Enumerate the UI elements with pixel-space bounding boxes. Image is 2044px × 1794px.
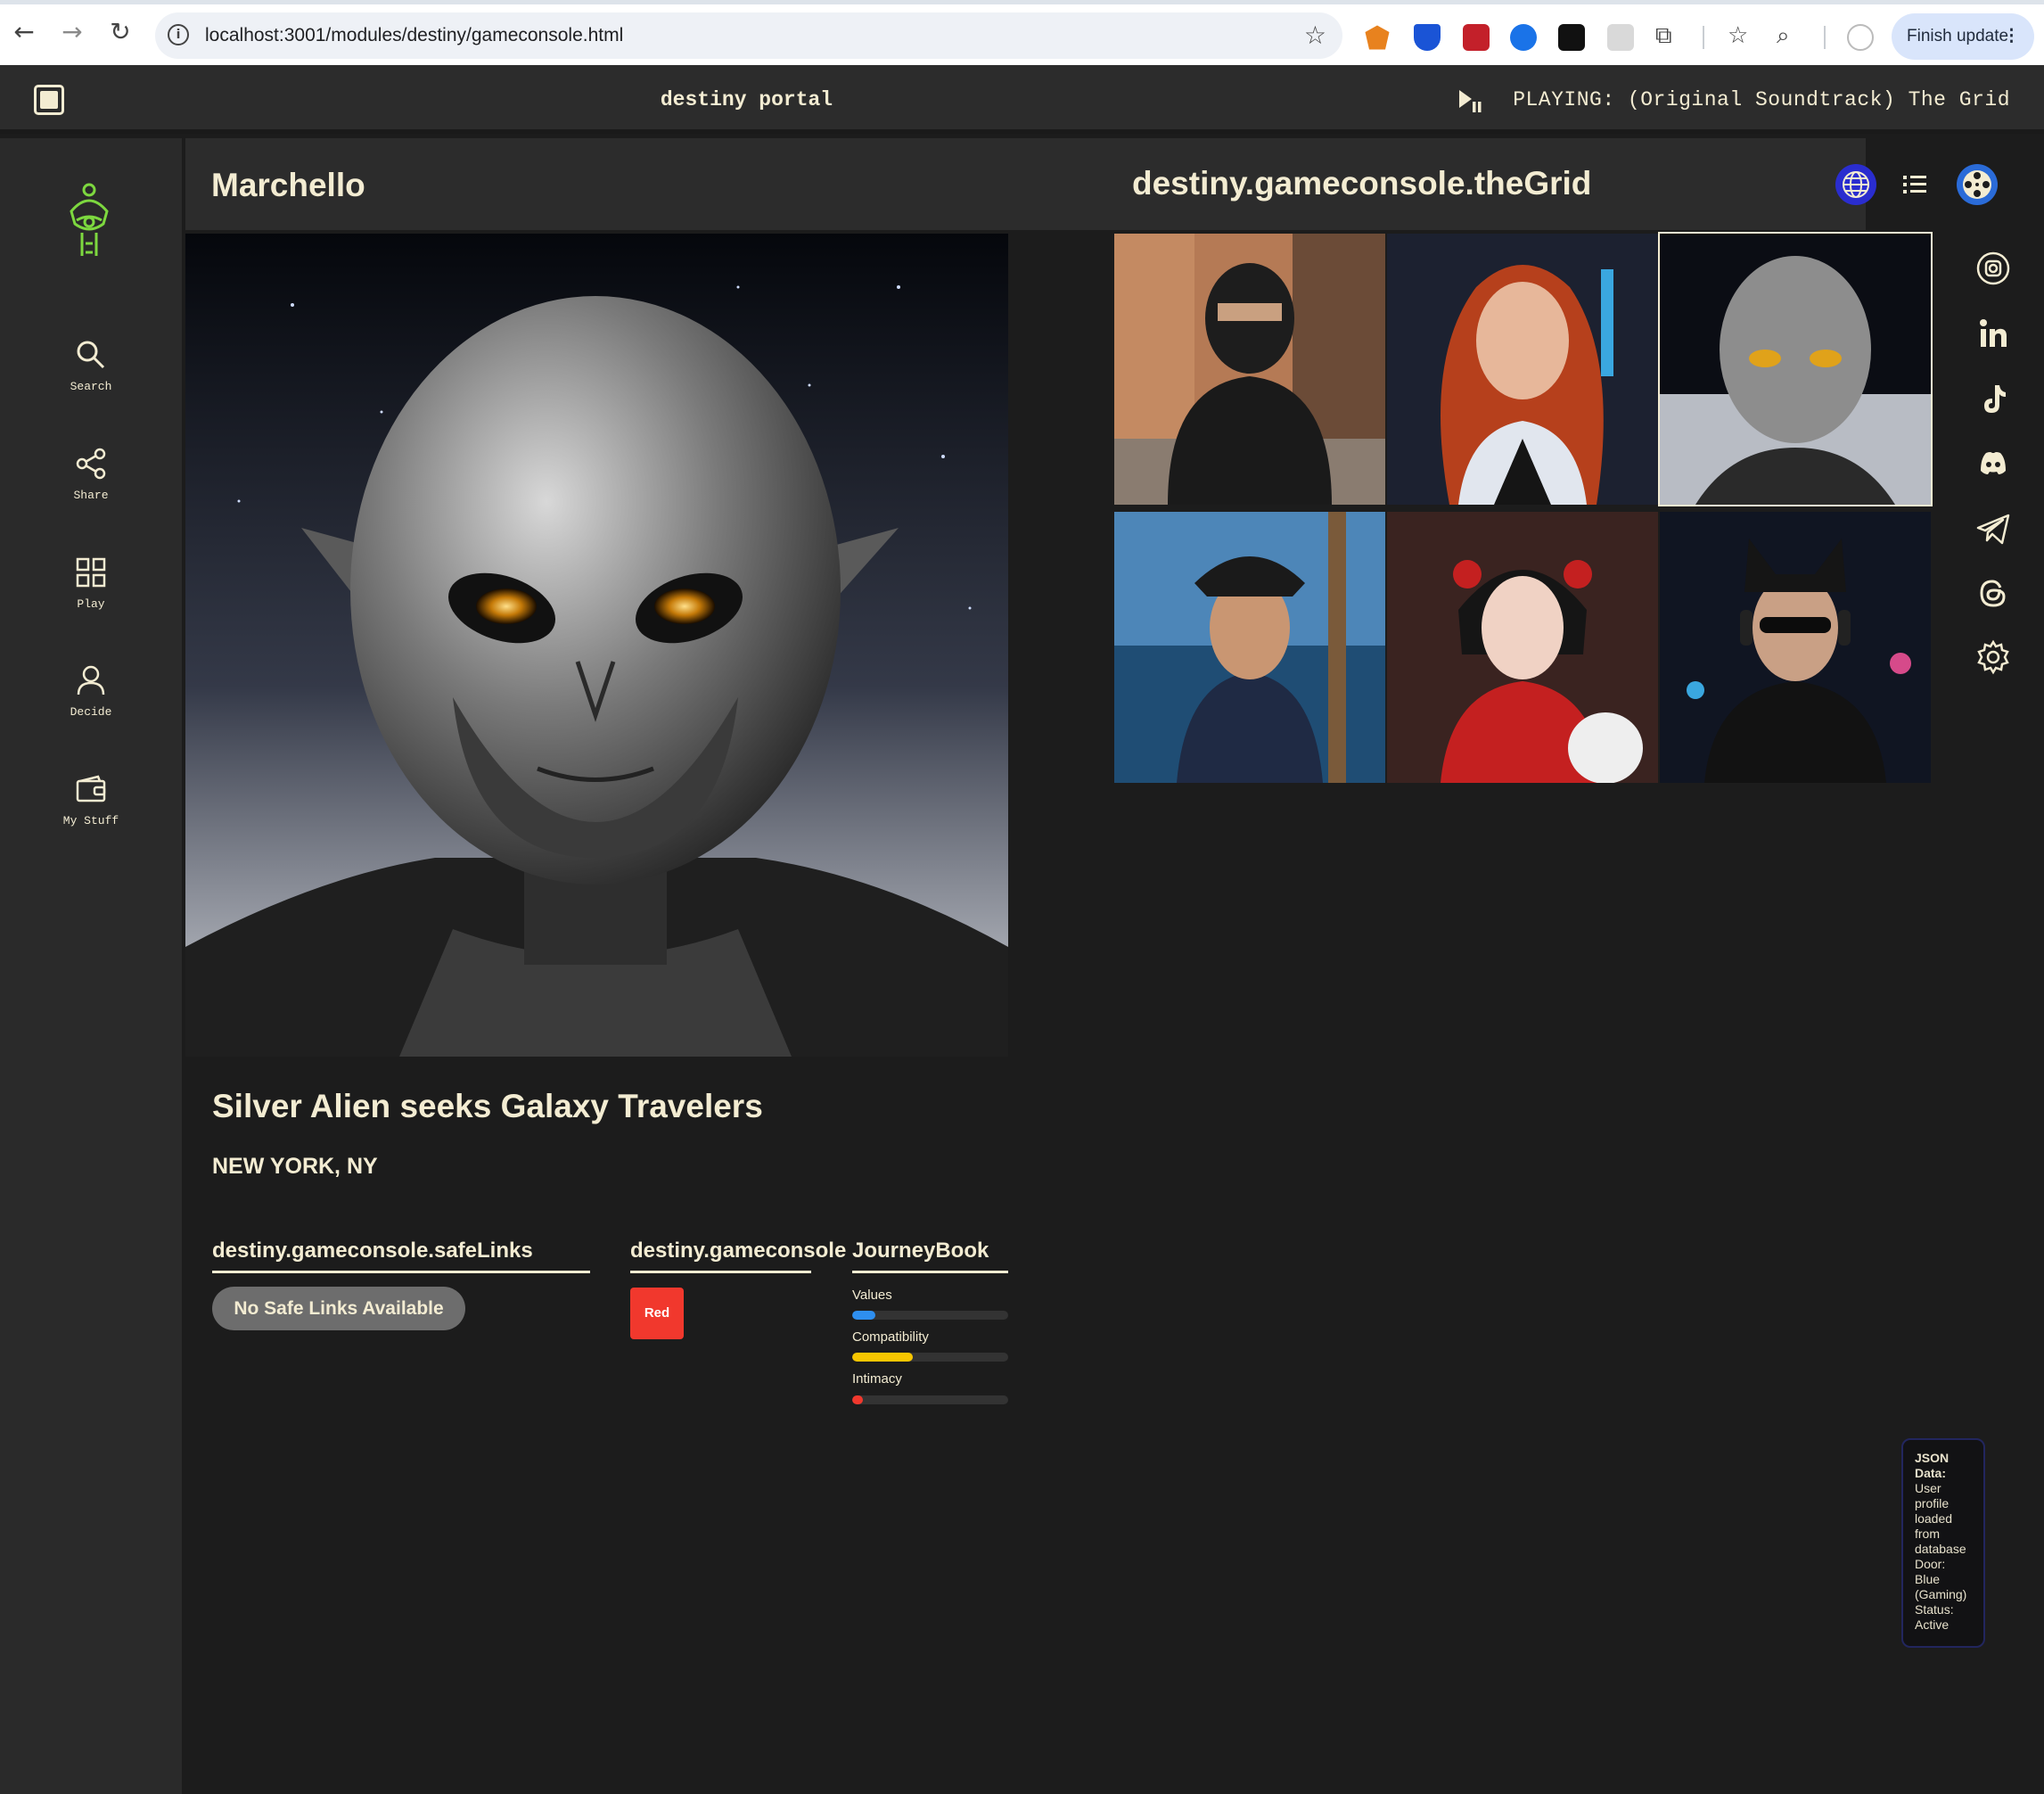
share-icon: [76, 448, 106, 480]
journeybook-title: destiny.gameconsole JourneyBook: [630, 1239, 989, 1263]
grid-icon: [76, 557, 106, 588]
threads-icon[interactable]: [1974, 573, 2013, 613]
list-view-icon[interactable]: [1892, 162, 1937, 207]
reload-icon[interactable]: ↻: [107, 19, 134, 45]
bookmarks-icon[interactable]: ☆: [1728, 22, 1748, 49]
sidebar-item-my-stuff[interactable]: My Stuff: [0, 773, 182, 827]
json-status-line: Status: Active: [1915, 1602, 1954, 1632]
url-text[interactable]: localhost:3001/modules/destiny/gameconso…: [205, 25, 623, 46]
finish-update-button[interactable]: Finish update ⋮: [1892, 13, 2034, 60]
meter-values-fill: [852, 1311, 876, 1320]
meter-values-label: Values: [852, 1288, 892, 1303]
profile-avatar-icon[interactable]: [1847, 24, 1874, 51]
main-header: Marchello destiny.gameconsole.theGrid: [185, 138, 1998, 230]
json-status-line: User profile loaded from database: [1915, 1481, 1966, 1556]
film-reel-icon[interactable]: [1955, 162, 1999, 207]
safe-links-title: destiny.gameconsole.safeLinks: [212, 1239, 533, 1263]
meter-values-track: [852, 1311, 1008, 1320]
bookmark-star-icon[interactable]: ☆: [1304, 21, 1326, 50]
dark-extension-icon[interactable]: [1558, 24, 1585, 51]
discord-icon[interactable]: [1974, 444, 2013, 483]
json-status-panel: JSON Data: User profile loaded from data…: [1901, 1438, 1985, 1648]
grid-tile-geisha-with-cat[interactable]: [1387, 512, 1658, 783]
left-sidebar: Search Share Play Decide My Stuff: [0, 138, 182, 1794]
play-pause-icon[interactable]: [1457, 87, 1483, 114]
sidebar-item-share[interactable]: Share: [0, 448, 182, 502]
toolbar-divider: [1824, 26, 1826, 49]
forward-icon[interactable]: →: [59, 19, 86, 45]
search-icon: [77, 341, 105, 369]
tiktok-icon[interactable]: [1974, 380, 2013, 419]
instagram-icon[interactable]: [1974, 249, 2013, 288]
door-color-chip[interactable]: Red: [630, 1288, 684, 1339]
sidebar-item-search[interactable]: Search: [0, 339, 182, 393]
grid-tile-cat-ear-dj[interactable]: [1660, 512, 1931, 783]
portal-title: destiny portal: [660, 88, 833, 111]
pdf-extension-icon[interactable]: [1463, 24, 1490, 51]
linkedin-icon[interactable]: [1974, 315, 2013, 354]
globe-icon[interactable]: [1834, 162, 1878, 207]
toolbar-divider: [1703, 26, 1704, 49]
grid-tile-silver-alien[interactable]: [1658, 232, 1933, 506]
meter-intimacy-fill: [852, 1395, 864, 1404]
user-icon: [77, 665, 105, 695]
meter-compatibility-fill: [852, 1353, 914, 1362]
sidebar-item-label: Share: [73, 489, 109, 502]
profile-name: Marchello: [211, 167, 365, 203]
tabs-extension-icon[interactable]: [1607, 24, 1634, 51]
profile-headline: Silver Alien seeks Galaxy Travelers: [212, 1088, 763, 1124]
meter-compatibility-label: Compatibility: [852, 1329, 929, 1345]
now-playing-text: PLAYING: (Original Soundtrack) The Grid: [1513, 88, 2010, 111]
journeybook-divider: [852, 1271, 1008, 1273]
sidebar-item-play[interactable]: Play: [0, 556, 182, 611]
portal-top-bar: destiny portal PLAYING: (Original Soundt…: [0, 65, 2044, 134]
json-status-heading: JSON Data:: [1915, 1451, 1950, 1480]
back-icon[interactable]: ←: [11, 19, 37, 45]
json-status-line: Door: Blue (Gaming): [1915, 1557, 1967, 1601]
no-safe-links-button[interactable]: No Safe Links Available: [212, 1287, 465, 1330]
grid-tile-pirate[interactable]: [1114, 512, 1385, 783]
destiny-logo-icon[interactable]: [62, 181, 116, 261]
profile-portrait: [185, 234, 1008, 1057]
lens-search-icon[interactable]: ⌕: [1777, 22, 1790, 50]
sidebar-item-label: Search: [70, 380, 112, 393]
journeybook-divider: [630, 1271, 811, 1273]
sidebar-item-label: Play: [77, 597, 105, 611]
grid-title: destiny.gameconsole.theGrid: [1132, 165, 1592, 202]
meter-intimacy-label: Intimacy: [852, 1371, 902, 1387]
puzzle-extensions-icon[interactable]: ⧉: [1655, 22, 1672, 50]
browser-toolbar: ← → ↻ i localhost:3001/modules/destiny/g…: [0, 0, 2044, 65]
meter-compatibility-track: [852, 1353, 1008, 1362]
sidebar-item-label: My Stuff: [62, 814, 119, 827]
telegram-icon[interactable]: [1974, 509, 2013, 548]
wallet-icon: [76, 775, 106, 802]
safe-links-divider: [212, 1271, 590, 1273]
browser-menu-icon[interactable]: ⋮: [2003, 13, 2020, 60]
profile-location: NEW YORK, NY: [212, 1154, 378, 1179]
settings-icon[interactable]: [1974, 638, 2013, 677]
finish-update-label: Finish update: [1907, 27, 2009, 45]
grid-tile-ninja[interactable]: [1114, 234, 1385, 505]
meter-intimacy-track: [852, 1395, 1008, 1404]
shield-extension-icon[interactable]: [1414, 24, 1441, 51]
site-info-icon[interactable]: i: [168, 24, 189, 45]
grid-tile-redhead[interactable]: [1387, 234, 1658, 505]
address-bar[interactable]: i localhost:3001/modules/destiny/gamecon…: [155, 12, 1342, 59]
blue-circle-extension-icon[interactable]: [1510, 24, 1537, 51]
sidebar-item-decide[interactable]: Decide: [0, 664, 182, 719]
metamask-extension-icon[interactable]: [1365, 25, 1390, 50]
sidebar-item-label: Decide: [70, 705, 112, 719]
